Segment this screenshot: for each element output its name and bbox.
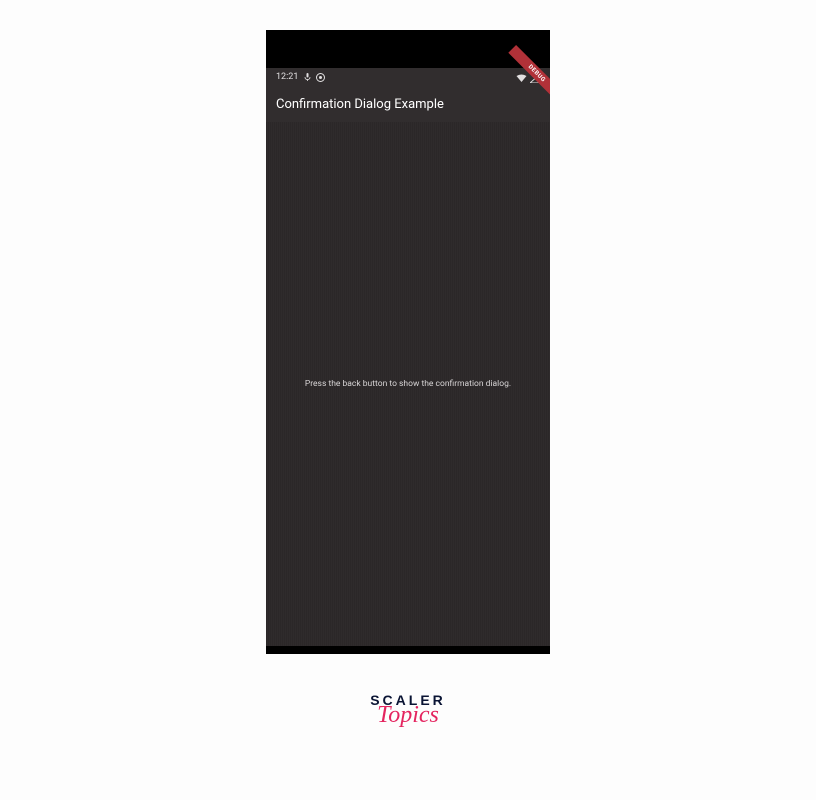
status-time: 12:21 [276,72,298,82]
mic-icon [303,73,311,81]
app-bar: Confirmation Dialog Example [266,86,550,122]
status-bar-left: 12:21 [276,72,325,82]
phone-frame: DEBUG 12:21 [266,30,550,654]
circle-icon [316,73,325,82]
brand-logo: SCALER Topics [370,692,446,729]
app-bar-title: Confirmation Dialog Example [276,97,444,112]
brand-line-2: Topics [370,702,446,729]
body-message: Press the back button to show the confir… [305,379,511,389]
phone-top-bezel [266,30,550,68]
navigation-bar [266,646,550,654]
status-bar: 12:21 [266,68,550,86]
app-body: Press the back button to show the confir… [266,122,550,646]
